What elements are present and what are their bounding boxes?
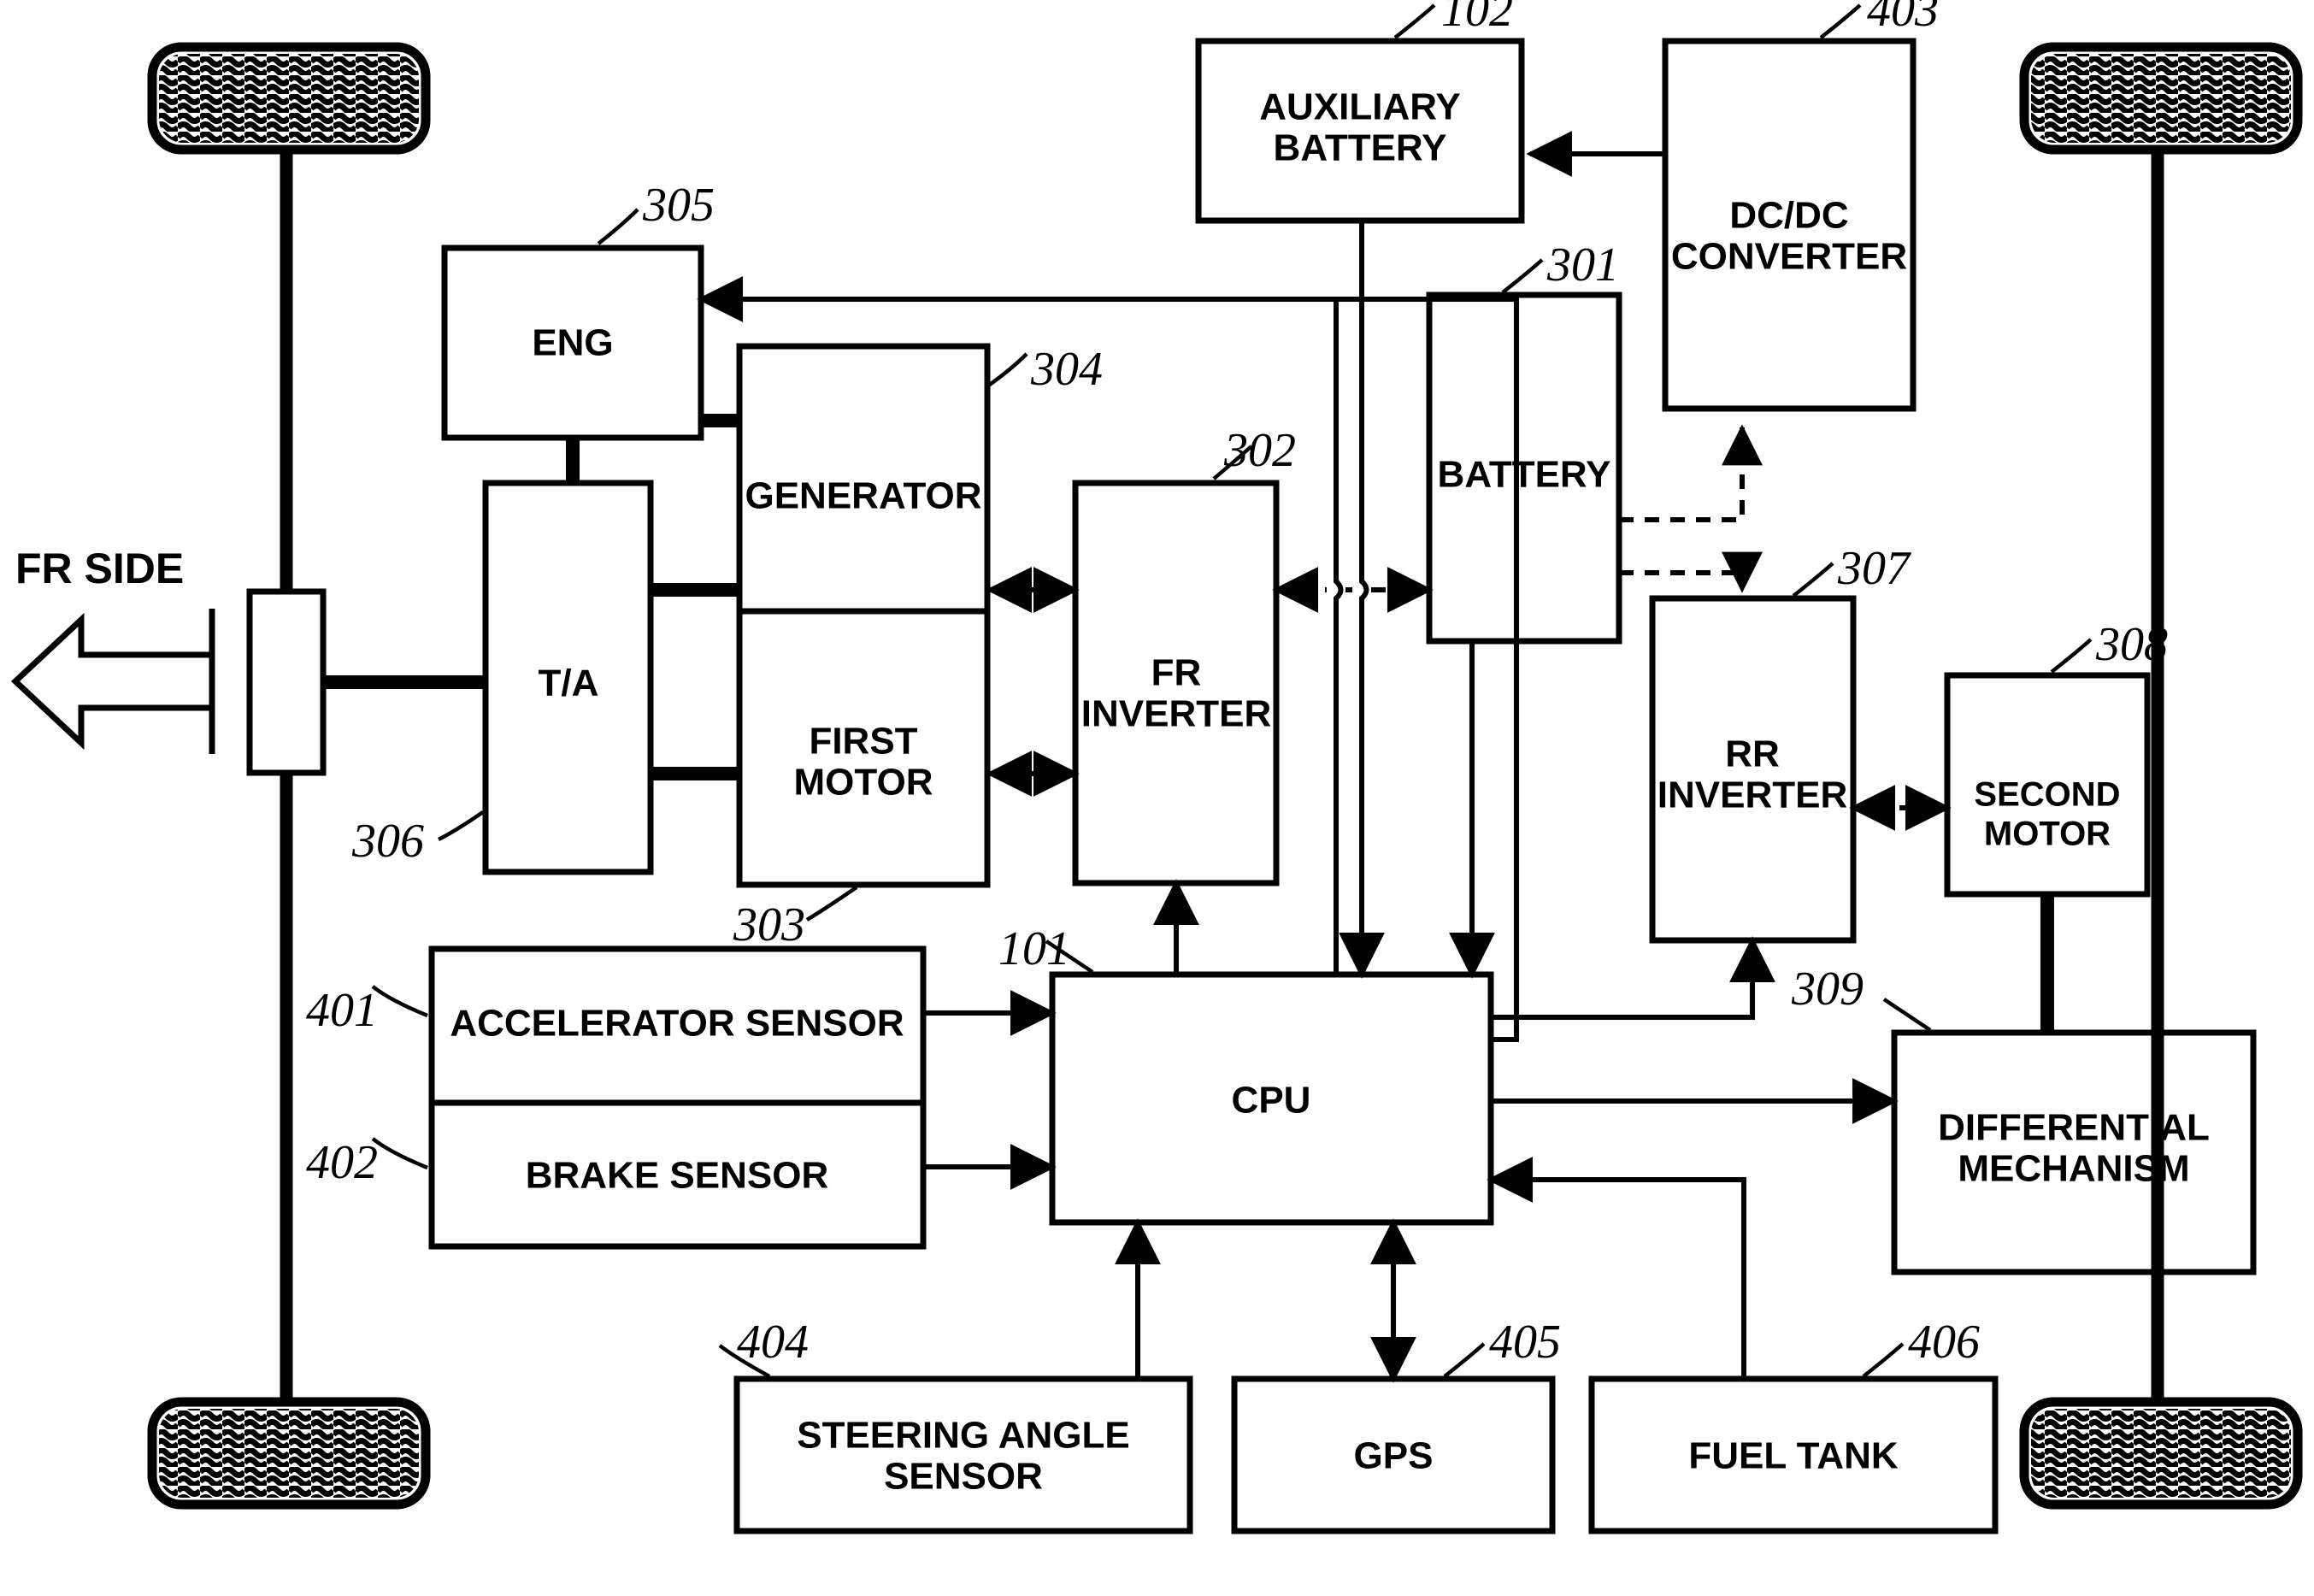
- leader-eng: [597, 208, 639, 245]
- fr-side-label: FR SIDE: [15, 545, 184, 592]
- block-accelerator-sensor-label: ACCELERATOR SENSOR: [450, 1003, 904, 1045]
- block-rr-inverter-label-l2: INVERTER: [1657, 774, 1847, 816]
- ref-brake-sensor: 402: [306, 1136, 378, 1189]
- ref-generator: 304: [1030, 343, 1103, 396]
- leader-fuel-tank: [1862, 1342, 1905, 1378]
- leader-dcdc: [1819, 3, 1862, 39]
- block-steering-sensor-label-l1: STEERING ANGLE: [797, 1415, 1130, 1457]
- wire-fuel-tank-to-cpu: [1530, 1177, 1746, 1379]
- block-gps-label: GPS: [1354, 1435, 1434, 1477]
- ref-first-motor: 303: [733, 898, 805, 951]
- ref-accelerator-sensor: 401: [306, 984, 378, 1037]
- wheel-rear-left: [147, 1397, 431, 1510]
- leader-brake-sensor: [371, 1137, 428, 1170]
- ref-fuel-tank: 406: [1908, 1316, 1980, 1369]
- leader-ta: [437, 810, 485, 842]
- block-fuel-tank-label: FUEL TANK: [1688, 1435, 1898, 1477]
- ref-battery: 301: [1546, 239, 1619, 292]
- leader-battery: [1501, 258, 1544, 294]
- block-auxiliary-battery-label-l2: BATTERY: [1274, 127, 1447, 169]
- ref-ta: 306: [351, 815, 424, 868]
- block-cpu-label: CPU: [1232, 1080, 1311, 1122]
- leader-rr-inverter: [1792, 562, 1834, 598]
- signal-battery-to-rr-inverter: [1619, 570, 1745, 580]
- block-second-motor-label-l1: SECOND: [1974, 776, 2120, 814]
- patent-figure-canvas: FR SIDE ENG 305 GENERATOR 304 FIRST MOTO…: [0, 0, 2314, 1596]
- block-dcdc-label-l1: DC/DC: [1729, 195, 1848, 237]
- ref-differential: 309: [1791, 963, 1864, 1016]
- block-rr-inverter-label-l1: RR: [1725, 733, 1780, 775]
- ref-dcdc: 403: [1867, 0, 1939, 37]
- block-dcdc-label-l2: CONVERTER: [1671, 236, 1907, 278]
- block-first-motor-label-l2: MOTOR: [794, 762, 933, 804]
- block-diagram: FR SIDE ENG 305 GENERATOR 304 FIRST MOTO…: [10, 0, 2303, 1534]
- block-differential-label-l1: DIFFERENTIAL: [1938, 1107, 2210, 1149]
- leader-second-motor: [2050, 638, 2093, 674]
- leader-generator: [986, 352, 1028, 388]
- leader-differential: [1882, 998, 1932, 1032]
- leader-gps: [1443, 1342, 1486, 1378]
- signal-battery-to-dcdc: [1619, 424, 1763, 522]
- wire-cpu-to-rr-inverter: [1491, 970, 1755, 1020]
- leader-auxiliary-battery: [1393, 3, 1436, 39]
- ref-gps: 405: [1489, 1316, 1561, 1369]
- block-auxiliary-battery-label-l1: AUXILIARY: [1259, 86, 1461, 128]
- wheel-rear-right: [2019, 1397, 2303, 1510]
- ref-second-motor: 308: [2095, 618, 2168, 671]
- left-axle-hub: [246, 588, 327, 776]
- block-ta-label: T/A: [539, 663, 599, 704]
- leader-accelerator-sensor: [371, 985, 428, 1018]
- ref-auxiliary-battery: 102: [1441, 0, 1513, 37]
- block-generator-label: GENERATOR: [745, 475, 981, 517]
- wheel-front-left: [147, 42, 431, 155]
- ref-fr-inverter: 302: [1223, 424, 1296, 477]
- block-second-motor-label-l2: MOTOR: [1984, 816, 2111, 853]
- fr-side-direction-indicator: FR SIDE: [10, 545, 215, 754]
- ref-steering-sensor: 404: [737, 1316, 809, 1369]
- block-brake-sensor-label: BRAKE SENSOR: [526, 1155, 829, 1197]
- ref-rr-inverter: 307: [1837, 542, 1911, 595]
- block-fr-inverter-label-l2: INVERTER: [1081, 693, 1271, 735]
- wire-aux-battery-down-to-cpu: [1334, 299, 1344, 975]
- ref-cpu: 101: [998, 922, 1070, 975]
- leader-first-motor: [805, 886, 858, 922]
- block-fr-inverter-label-l1: FR: [1151, 652, 1202, 694]
- block-battery-label: BATTERY: [1438, 454, 1611, 496]
- block-first-motor-label-l1: FIRST: [809, 721, 917, 763]
- block-eng-label: ENG: [532, 322, 613, 364]
- ref-eng: 305: [642, 179, 715, 232]
- wheel-front-right: [2019, 42, 2303, 155]
- block-steering-sensor-label-l2: SENSOR: [884, 1456, 1043, 1498]
- fr-side-arrow-icon: [10, 609, 215, 754]
- wire-aux-battery-vertical: [1359, 221, 1369, 949]
